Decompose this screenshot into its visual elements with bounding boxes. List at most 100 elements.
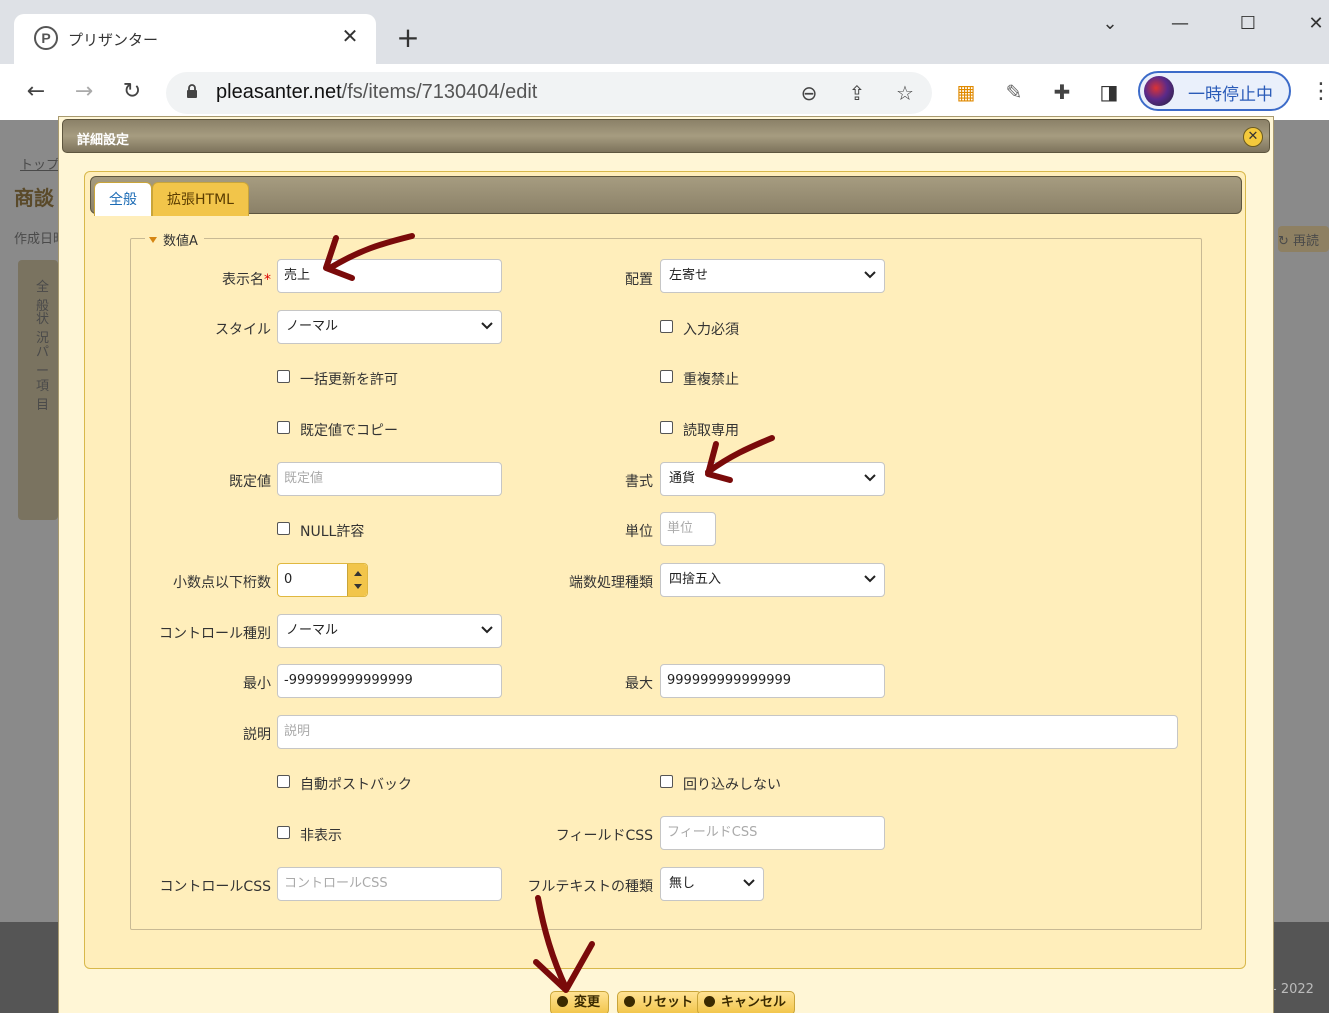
field-css-input[interactable]: フィールドCSS [660, 816, 885, 850]
side-tabs: 全般 状況 パー 項目 [18, 260, 58, 520]
tab-panel: 全般 拡張HTML 数値A 表示名* 売上 配置 左寄せ スタイル ノーマル 入… [84, 171, 1246, 969]
min-input[interactable]: -999999999999999 [277, 664, 502, 698]
collapse-triangle-icon [149, 237, 157, 243]
control-css-input[interactable]: コントロールCSS [277, 867, 502, 901]
side-panel-icon[interactable]: ◨ [1095, 78, 1123, 106]
rounding-type-label: 端数処理種類 [569, 575, 653, 591]
maximize-icon[interactable]: ☐ [1228, 8, 1268, 40]
tab-extended-html[interactable]: 拡張HTML [152, 182, 249, 216]
spinner-arrows-icon[interactable] [347, 564, 367, 596]
decimal-places-label: 小数点以下桁数 [173, 575, 271, 591]
read-only-label: 読取専用 [683, 423, 739, 439]
full-text-type-label: フルテキストの種類 [527, 879, 653, 895]
reload-icon[interactable]: ↻ [116, 76, 148, 108]
reload-button: ↻ 再読 [1278, 226, 1329, 252]
full-text-type-select[interactable]: 無し [660, 867, 764, 901]
allow-bulk-update-label: 一括更新を許可 [300, 372, 398, 388]
no-duplication-checkbox[interactable] [660, 370, 673, 383]
browser-toolbar: ← → ↻ pleasanter.net/fs/items/7130404/ed… [0, 64, 1329, 120]
tab-title: プリザンター [68, 31, 159, 49]
chevron-down-icon [481, 322, 493, 330]
change-button[interactable]: 変更 [550, 991, 610, 1013]
format-label: 書式 [625, 474, 653, 490]
alignment-select[interactable]: 左寄せ [660, 259, 885, 293]
control-css-label: コントロールCSS [159, 879, 271, 895]
required-checkbox-label: 入力必須 [683, 322, 739, 338]
lock-icon [187, 84, 197, 98]
gear-icon [557, 996, 568, 1007]
control-type-select[interactable]: ノーマル [277, 614, 502, 648]
window-close-icon[interactable]: ✕ [1296, 8, 1329, 40]
reset-button[interactable]: リセット [617, 991, 703, 1013]
display-name-label: 表示名* [222, 272, 271, 288]
hide-label: 非表示 [300, 828, 342, 844]
share-icon[interactable]: ⇪ [844, 80, 870, 106]
rounding-type-select[interactable]: 四捨五入 [660, 563, 885, 597]
max-input[interactable]: 999999999999999 [660, 664, 885, 698]
format-select[interactable]: 通貨 [660, 462, 885, 496]
auto-postback-label: 自動ポストバック [300, 777, 412, 793]
display-name-input[interactable]: 売上 [277, 259, 502, 293]
tab-search-icon[interactable]: ⌄ [1090, 8, 1130, 40]
forward-icon[interactable]: → [68, 76, 100, 108]
allow-bulk-update-checkbox[interactable] [277, 370, 290, 383]
nullable-checkbox[interactable] [277, 522, 290, 535]
page-heading: 商談 [14, 186, 54, 210]
profile-button[interactable]: 一時停止中 [1138, 71, 1291, 111]
puzzle-icon[interactable]: ✚ [1048, 78, 1076, 106]
fieldset-legend[interactable]: 数値A [145, 230, 204, 249]
profile-label: 一時停止中 [1188, 85, 1273, 105]
alignment-label: 配置 [625, 272, 653, 288]
default-value-input[interactable]: 既定値 [277, 462, 502, 496]
dialog-titlebar: 詳細設定 ✕ [62, 119, 1270, 153]
url-text: pleasanter.net/fs/items/7130404/edit [216, 81, 538, 103]
description-input[interactable]: 説明 [277, 715, 1178, 749]
minimize-icon[interactable]: — [1160, 8, 1200, 40]
tab-general[interactable]: 全般 [94, 182, 152, 216]
notes-extension-icon[interactable]: ✎ [1000, 78, 1028, 106]
side-tab: パー [36, 345, 50, 379]
decimal-places-spinner[interactable]: 0 [277, 563, 368, 597]
footer-copyright: - 2022 [1272, 982, 1314, 997]
favicon-icon: P [34, 26, 58, 50]
style-label: スタイル [215, 322, 271, 338]
cancel-button[interactable]: キャンセル [697, 991, 796, 1013]
breadcrumb: トップ [20, 158, 60, 173]
dialog-close-icon[interactable]: ✕ [1243, 127, 1263, 147]
unit-input[interactable]: 単位 [660, 512, 716, 546]
legend-label: 数値A [163, 234, 198, 249]
chevron-down-icon [743, 879, 755, 887]
unit-label: 単位 [625, 524, 653, 540]
back-icon[interactable]: ← [20, 76, 52, 108]
read-only-checkbox[interactable] [660, 421, 673, 434]
chevron-down-icon [864, 575, 876, 583]
copy-by-default-checkbox[interactable] [277, 421, 290, 434]
browser-tabstrip: P プリザンター ✕ + ⌄ — ☐ ✕ [0, 0, 1329, 64]
copy-by-default-label: 既定値でコピー [300, 423, 398, 439]
control-type-label: コントロール種別 [159, 626, 271, 642]
no-wrap-label: 回り込みしない [683, 777, 781, 793]
browser-tab[interactable]: P プリザンター ✕ [14, 14, 376, 64]
chevron-down-icon [481, 626, 493, 634]
bookmark-star-icon[interactable]: ☆ [892, 80, 918, 106]
menu-icon[interactable]: ⋮ [1310, 78, 1329, 106]
dialog-title: 詳細設定 [77, 133, 130, 148]
new-tab-icon[interactable]: + [394, 24, 422, 52]
chevron-down-icon [864, 474, 876, 482]
no-wrap-checkbox[interactable] [660, 775, 673, 788]
extension-icon[interactable]: ▦ [952, 78, 980, 106]
zoom-out-icon[interactable]: ⊖ [796, 80, 822, 106]
style-select[interactable]: ノーマル [277, 310, 502, 344]
address-bar[interactable]: pleasanter.net/fs/items/7130404/edit ⊖ ⇪… [166, 72, 932, 114]
min-label: 最小 [243, 676, 271, 692]
auto-postback-checkbox[interactable] [277, 775, 290, 788]
nullable-label: NULL許容 [300, 524, 365, 540]
chevron-down-icon [864, 271, 876, 279]
required-checkbox[interactable] [660, 320, 673, 333]
hide-checkbox[interactable] [277, 826, 290, 839]
default-value-label: 既定値 [229, 474, 271, 490]
description-label: 説明 [243, 727, 271, 743]
tab-bar: 全般 拡張HTML [90, 176, 1242, 216]
avatar [1144, 76, 1174, 106]
tab-close-icon[interactable]: ✕ [338, 24, 362, 48]
